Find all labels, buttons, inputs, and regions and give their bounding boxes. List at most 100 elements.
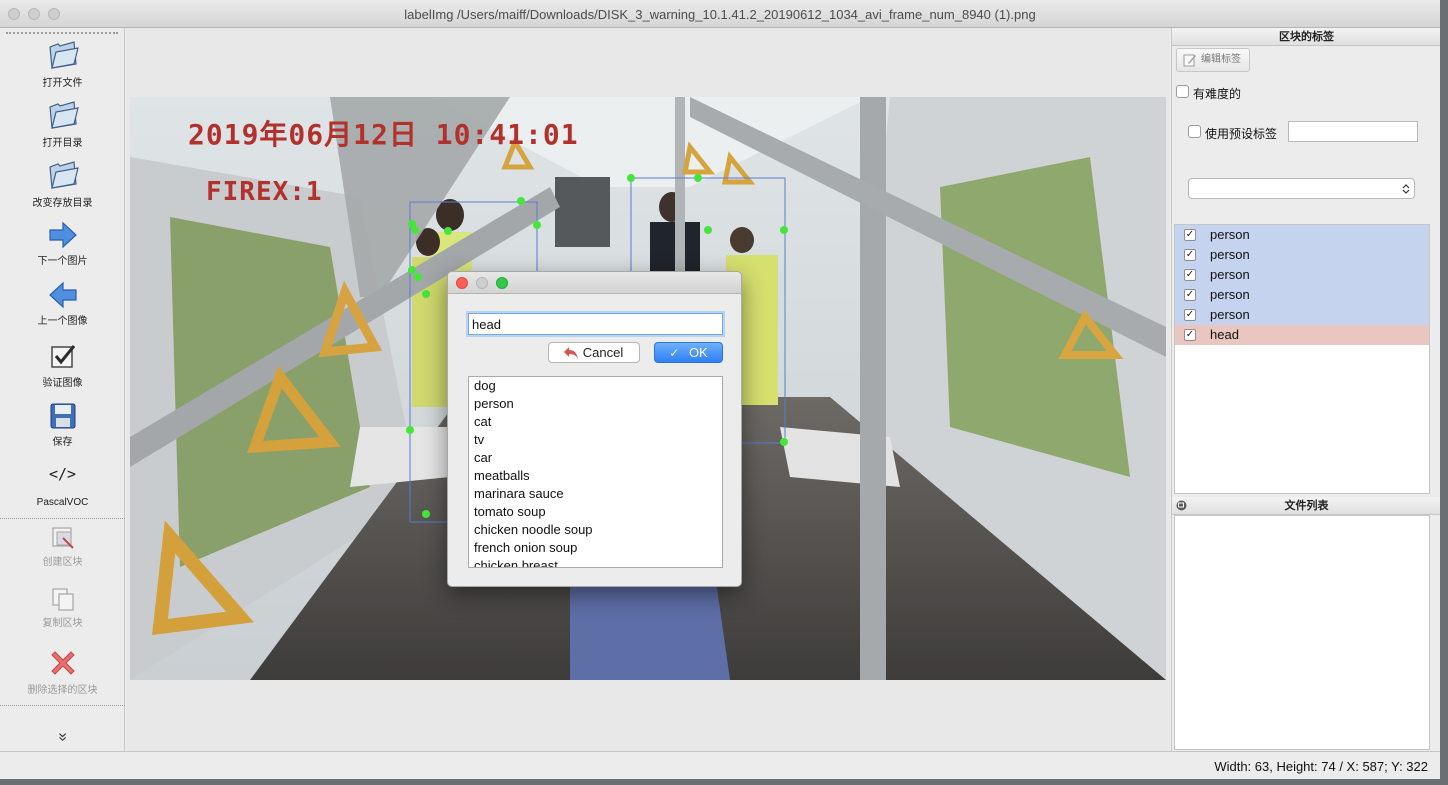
label-text: person xyxy=(1210,227,1250,242)
label-option[interactable]: marinara sauce xyxy=(469,485,722,503)
floppy-disk-icon xyxy=(50,403,75,429)
label-list: ✓ person ✓ person ✓ person ✓ person ✓ pe… xyxy=(1174,224,1430,494)
label-option[interactable]: person xyxy=(469,395,722,413)
difficult-checkbox[interactable] xyxy=(1176,85,1189,98)
label-option[interactable]: chicken noodle soup xyxy=(469,521,722,539)
open-dir-button[interactable]: 打开目录 xyxy=(0,98,125,149)
prev-image-button[interactable]: 上一个图像 xyxy=(0,280,125,327)
ok-label: OK xyxy=(688,345,708,360)
duplicate-box-button[interactable]: 复制区块 xyxy=(0,586,125,629)
use-default-label-text: 使用预设标签 xyxy=(1205,127,1278,141)
file-list-header: 文件列表 xyxy=(1172,497,1440,515)
label-option[interactable]: cat xyxy=(469,413,722,431)
float-dock-icon[interactable] xyxy=(1176,500,1187,511)
label-text: person xyxy=(1210,287,1250,302)
change-save-dir-label: 改变存放目录 xyxy=(32,198,93,209)
label-option[interactable]: dog xyxy=(469,377,722,395)
duplicate-box-label: 复制区块 xyxy=(42,618,83,629)
label-text: person xyxy=(1210,307,1250,322)
label-visible-checkbox[interactable]: ✓ xyxy=(1184,229,1196,241)
checkmark-icon: ✓ xyxy=(669,346,680,360)
ok-button[interactable]: ✓ OK xyxy=(654,342,723,363)
code-tag-icon: </> xyxy=(48,465,77,483)
folder-open-icon xyxy=(48,41,79,69)
label-option[interactable]: meatballs xyxy=(469,467,722,485)
file-list[interactable] xyxy=(1174,515,1430,750)
updown-chevron-icon xyxy=(1402,184,1410,194)
right-panel: 区块的标签 编辑标签 有难度的 使用预设标签 ✓ person ✓ person… xyxy=(1171,28,1440,751)
open-file-button[interactable]: 打开文件 xyxy=(0,38,125,89)
dialog-title-bar xyxy=(448,272,741,294)
toolbar-extension-button[interactable]: » xyxy=(0,728,125,746)
create-box-button[interactable]: 创建区块 xyxy=(0,525,125,568)
label-option[interactable]: french onion soup xyxy=(469,539,722,557)
dialog-minimize-button[interactable] xyxy=(476,277,488,289)
label-option[interactable]: tv xyxy=(469,431,722,449)
arrow-left-icon xyxy=(48,281,77,309)
image-timestamp: 2019年06月12日 10:41:01 xyxy=(188,118,579,151)
label-text: head xyxy=(1210,327,1239,342)
open-file-label: 打开文件 xyxy=(42,78,83,89)
undo-arrow-icon xyxy=(564,347,578,359)
verify-image-button[interactable]: 验证图像 xyxy=(0,342,125,389)
label-list-item[interactable]: ✓ person xyxy=(1175,285,1429,305)
label-visible-checkbox[interactable]: ✓ xyxy=(1184,289,1196,301)
labelimg-window: labelImg /Users/maiff/Downloads/DISK_3_w… xyxy=(0,0,1440,779)
label-option[interactable]: chicken breast xyxy=(469,557,722,567)
label-visible-checkbox[interactable]: ✓ xyxy=(1184,269,1196,281)
folder-open-icon xyxy=(48,161,79,189)
change-save-dir-button[interactable]: 改变存放目录 xyxy=(0,158,125,209)
image-camera-id: FIREX:1 xyxy=(206,177,323,207)
label-visible-checkbox[interactable]: ✓ xyxy=(1184,329,1196,341)
label-list-item[interactable]: ✓ person xyxy=(1175,305,1429,325)
label-dialog: Cancel ✓ OK dog person cat tv car meatba… xyxy=(447,271,742,587)
label-text: person xyxy=(1210,247,1250,262)
folder-open-icon xyxy=(48,101,79,129)
cancel-button[interactable]: Cancel xyxy=(548,342,640,363)
label-list-item[interactable]: ✓ person xyxy=(1175,265,1429,285)
verify-image-label: 验证图像 xyxy=(42,378,83,389)
draw-box-icon xyxy=(51,527,74,549)
label-option[interactable]: car xyxy=(469,449,722,467)
next-image-label: 下一个图片 xyxy=(37,256,88,267)
format-toggle-button[interactable]: </> PascalVOC xyxy=(0,465,125,508)
chevron-double-down-icon: » xyxy=(54,732,72,742)
toolbar-separator xyxy=(0,705,125,706)
toolbar-grip xyxy=(6,32,118,34)
open-dir-label: 打开目录 xyxy=(42,138,83,149)
delete-box-label: 删除选择的区块 xyxy=(27,685,98,696)
edit-label-button[interactable]: 编辑标签 xyxy=(1176,48,1250,72)
create-box-label: 创建区块 xyxy=(42,557,83,568)
use-default-label-checkbox[interactable] xyxy=(1188,125,1201,138)
label-text: person xyxy=(1210,267,1250,282)
window-title: labelImg /Users/maiff/Downloads/DISK_3_w… xyxy=(404,7,1036,22)
file-list-title: 文件列表 xyxy=(1284,500,1329,512)
label-input[interactable] xyxy=(468,313,723,335)
dialog-close-button[interactable] xyxy=(456,277,468,289)
label-list-item[interactable]: ✓ person xyxy=(1175,245,1429,265)
difficult-label: 有难度的 xyxy=(1193,87,1242,101)
next-image-button[interactable]: 下一个图片 xyxy=(0,220,125,267)
arrow-right-icon xyxy=(48,221,77,249)
dialog-zoom-button[interactable] xyxy=(496,277,508,289)
label-combo-box[interactable] xyxy=(1188,178,1415,199)
label-visible-checkbox[interactable]: ✓ xyxy=(1184,249,1196,261)
label-list-item[interactable]: ✓ person xyxy=(1175,225,1429,245)
label-option[interactable]: tomato soup xyxy=(469,503,722,521)
label-visible-checkbox[interactable]: ✓ xyxy=(1184,309,1196,321)
label-list-item[interactable]: ✓ head xyxy=(1175,325,1429,345)
prev-image-label: 上一个图像 xyxy=(37,316,88,327)
save-label: 保存 xyxy=(52,437,73,448)
label-options-list: dog person cat tv car meatballs marinara… xyxy=(468,376,723,568)
box-labels-header: 区块的标签 xyxy=(1172,28,1440,46)
delete-box-button[interactable]: 删除选择的区块 xyxy=(0,647,125,696)
edit-pencil-icon xyxy=(1183,54,1196,67)
default-label-input[interactable] xyxy=(1288,121,1418,142)
status-text: Width: 63, Height: 74 / X: 587; Y: 322 xyxy=(1214,759,1428,774)
delete-x-icon xyxy=(50,651,75,675)
check-box-icon xyxy=(50,345,75,368)
left-toolbar: 打开文件 打开目录 改变存放目录 下一个图片 上一个图像 验证图像 保存 </>… xyxy=(0,28,125,751)
save-button[interactable]: 保存 xyxy=(0,401,125,448)
format-label: PascalVOC xyxy=(36,497,89,508)
edit-label-text: 编辑标签 xyxy=(1201,54,1241,65)
